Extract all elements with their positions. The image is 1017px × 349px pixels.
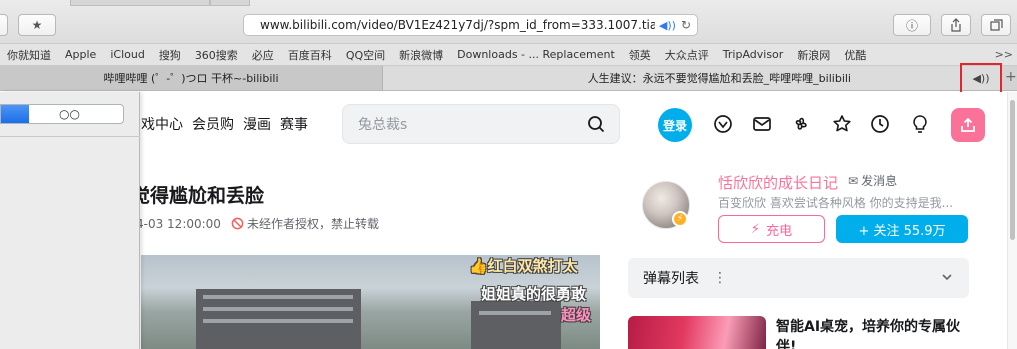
share-button[interactable] [941,14,971,36]
segment-selected[interactable] [1,105,29,123]
dynamic-icon[interactable] [791,114,811,134]
speaker-icon: ◀)) [972,72,990,85]
upload-icon [961,117,975,132]
screen: ★ www.bilibili.com/video/BV1Ez421y7dj/?s… [0,0,1017,349]
follow-button[interactable]: + 关注 55.9万 [836,215,968,243]
lightning-badge-icon: ⚡ [672,211,688,227]
send-message-label: 发消息 [861,174,898,188]
envelope-icon: ✉ [848,173,859,188]
bookmark-item[interactable]: 百度百科 [281,47,339,63]
scrollbar-thumb[interactable] [1010,100,1015,240]
tab-strip-edge [70,0,210,6]
charge-label: 充电 [766,223,793,239]
bookmark-item[interactable]: iCloud [103,48,151,61]
lightning-icon: ⚡ [750,221,761,237]
sidebar-button[interactable] [0,14,8,36]
tab-label: 人生建议：永远不要觉得尴尬和丢脸_哔哩哔哩_bilibili [587,72,851,85]
star-icon: ★ [31,18,43,32]
bookmark-star-button[interactable]: ★ [18,14,56,36]
info-icon: ⓘ [905,18,918,33]
tab-label: 哔哩哔哩 (゜-゜)つロ 干杯~-bilibili [103,72,279,85]
bookmark-item[interactable]: 你就知道 [0,47,58,63]
bookmark-item[interactable]: 优酷 [837,47,873,63]
search-input[interactable]: 兔总裁s [358,114,407,134]
nav-link[interactable]: 会员购 [192,114,234,134]
glasses-icon[interactable]: ○○ [59,107,80,121]
message-icon[interactable] [752,114,772,134]
bookmark-item[interactable]: Apple [58,48,103,61]
copyright-notice: 未经作者授权，禁止转载 [246,217,379,231]
bookmark-item[interactable]: Downloads - ... Replacement [450,48,622,61]
danmaku-list-title: 弹幕列表 [643,271,699,287]
bookmark-item[interactable]: 新浪微博 [392,47,450,63]
scene-building [471,301,561,349]
creative-center-icon[interactable] [910,114,930,134]
url-text[interactable]: www.bilibili.com/video/BV1Ez421y7dj/?spm… [260,18,655,32]
bookmarks-overflow-button[interactable]: >> [995,48,1013,61]
nav-link[interactable]: 戏中心 [141,114,183,134]
scene-window-row [479,311,551,315]
search-icon[interactable] [587,115,605,133]
tab-bilibili-home[interactable]: 哔哩哔哩 (゜-゜)つロ 干杯~-bilibili [0,66,383,90]
danmaku-comment: 姐姐真的很勇敢 [481,285,587,303]
bookmark-item[interactable]: TripAdvisor [716,48,791,61]
uploader-description: 百变欣欣 喜欢尝试各种风格 你的支持是我... [718,196,954,210]
charge-button[interactable]: ⚡ 充电 [718,215,825,243]
bookmark-item[interactable]: 新浪网 [790,47,837,63]
upload-button[interactable] [951,108,985,142]
recommend-thumbnail[interactable] [628,316,766,349]
chevron-down-icon[interactable] [941,271,953,283]
site-header: 戏中心 会员购 漫画 赛事 兔总裁s 登录 [0,92,1017,156]
more-options-icon[interactable]: ⋮ [713,270,727,286]
bookmark-item[interactable]: 360搜索 [188,47,245,63]
uploader-name[interactable]: 恬欣欣的成长日记 [718,172,838,193]
login-avatar-button[interactable]: 登录 [658,108,692,142]
tab-video[interactable]: 人生建议：永远不要觉得尴尬和丢脸_哔哩哔哩_bilibili [383,66,1001,90]
bookmark-item[interactable]: QQ空间 [339,47,392,63]
tabs-overview-button[interactable] [981,14,1011,36]
panel-divider [0,136,140,137]
publish-date: 4-03 12:00:00 [136,216,221,231]
scene-window-row [203,295,353,299]
scene-window-row [203,319,353,323]
nav-link[interactable]: 赛事 [280,114,308,134]
bookmark-item[interactable]: 大众点评 [658,47,716,63]
bookmark-item[interactable]: 领英 [622,47,658,63]
reload-icon[interactable]: ↻ [681,18,691,32]
video-title: 觉得尴尬和丢脸 [131,185,265,207]
tab-audio-button[interactable]: ◀)) [960,63,1002,94]
tab-strip-edge [210,0,250,6]
nav-link[interactable]: 漫画 [243,114,271,134]
search-box[interactable]: 兔总裁s [342,104,620,144]
reader-side-panel: ○○ [0,92,140,349]
header-nav: 戏中心 会员购 漫画 赛事 [141,114,308,134]
share-icon [951,18,961,32]
recommend-title[interactable]: 智能AI桌宠，培养你的专属伙伴! [776,317,976,349]
view-mode-segmented-control[interactable]: ○○ [0,104,124,124]
video-player[interactable]: 👍红白双煞打太 姐姐真的很勇敢 超级 [141,255,600,349]
danmaku-comment: 超级 [561,306,592,324]
danmaku-list-header[interactable]: 弹幕列表 ⋮ [628,258,969,298]
speaker-icon[interactable]: ◀)) [659,19,676,32]
browser-toolbar: ★ www.bilibili.com/video/BV1Ez421y7dj/?s… [0,0,1017,44]
favorites-icon[interactable] [832,114,852,134]
scrollbar[interactable] [1007,92,1017,349]
send-message-link[interactable]: ✉ 发消息 [848,172,897,189]
bookmarks-bar: 你就知道 Apple iCloud 搜狗 360搜索 必应 百度百科 QQ空间 … [0,44,1017,66]
no-repost-icon [231,217,244,230]
video-meta: 4-03 12:00:00 未经作者授权，禁止转载 [136,215,379,232]
new-tab-button[interactable]: + [1005,69,1017,85]
danmaku-comment: 👍红白双煞打太 [469,257,578,275]
address-bar[interactable]: www.bilibili.com/video/BV1Ez421y7dj/?spm… [243,14,698,36]
bookmark-item[interactable]: 搜狗 [152,47,188,63]
tabs-icon [989,19,1003,31]
webpage: 戏中心 会员购 漫画 赛事 兔总裁s 登录 觉得尴尬和丢脸 4-03 12:00… [0,92,1017,349]
tab-bar: 哔哩哔哩 (゜-゜)つロ 干杯~-bilibili 人生建议：永远不要觉得尴尬和… [0,66,1017,91]
scene-window-row [203,307,353,311]
history-icon[interactable] [870,114,890,134]
bookmark-item[interactable]: 必应 [245,47,281,63]
info-button[interactable]: ⓘ [893,14,931,36]
vip-icon[interactable] [713,114,733,134]
